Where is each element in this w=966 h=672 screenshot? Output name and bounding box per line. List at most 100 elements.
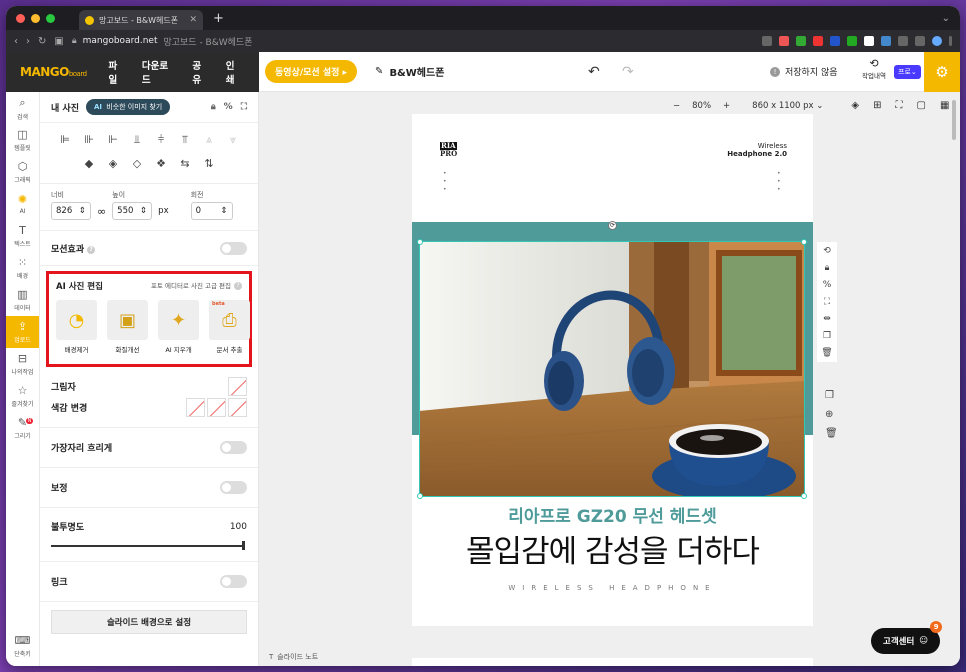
edge-blur-toggle[interactable]: [220, 441, 247, 454]
zoom-out-button[interactable]: −: [673, 101, 680, 111]
share-icon[interactable]: [762, 36, 772, 46]
design-page[interactable]: RIA PRO • • • Wireless Headphone 2.0 • • •: [412, 114, 813, 626]
ai-eraser-button[interactable]: ✦ AI 지우개: [158, 300, 199, 354]
align-bottom-icon[interactable]: ⫫: [130, 133, 144, 147]
new-tab-button[interactable]: +: [213, 11, 224, 26]
document-extract-button[interactable]: beta ⎙ 문서 추출: [209, 300, 250, 354]
extension-icon[interactable]: [830, 36, 840, 46]
sidebar-icon[interactable]: [915, 36, 925, 46]
opacity-slider[interactable]: [51, 541, 247, 550]
forward-icon[interactable]: ›: [26, 36, 30, 47]
lock-icon[interactable]: 🔒︎: [825, 263, 830, 273]
shadow-none-swatch[interactable]: [228, 377, 247, 396]
set-as-slide-background-button[interactable]: 슬라이드 배경으로 설정: [51, 610, 247, 634]
wireless-headphone-caption[interactable]: WIRELESS HEADPHONE: [412, 584, 813, 592]
copy-page-icon[interactable]: ❐: [825, 390, 838, 401]
extension-icon[interactable]: [864, 36, 874, 46]
document-title[interactable]: ✎ B&W헤드폰: [375, 64, 444, 79]
browser-tab[interactable]: 망고보드 - B&W헤드폰 ✕: [79, 10, 203, 30]
redo-icon[interactable]: ↷: [622, 64, 634, 80]
undo-icon[interactable]: ↶: [588, 64, 600, 80]
tab-overflow-icon[interactable]: ⌄: [942, 13, 950, 24]
menu-download[interactable]: 다운로드: [142, 58, 177, 86]
customer-support-button[interactable]: 고객센터 ☺ 9: [871, 621, 943, 654]
extension-icon[interactable]: [847, 36, 857, 46]
crop-icon[interactable]: ⛶: [241, 102, 247, 112]
enhance-quality-button[interactable]: ▣ 화질개선: [107, 300, 148, 354]
color-none-swatch[interactable]: [207, 398, 226, 417]
photo-editor-link[interactable]: 포토 에디터로 사진 고급 편집?: [151, 280, 242, 292]
rail-my-work[interactable]: ⊟ 나의작업: [6, 348, 39, 380]
motion-effect-toggle[interactable]: [220, 242, 247, 255]
extension-icon[interactable]: [796, 36, 806, 46]
slider-handle[interactable]: [242, 541, 245, 550]
help-icon[interactable]: ?: [87, 245, 96, 254]
rail-background[interactable]: ⁙ 배경: [6, 252, 39, 284]
headline-main[interactable]: 몰입감에 감성을 더하다: [412, 526, 813, 571]
bring-forward-icon[interactable]: ◈: [106, 157, 120, 171]
rail-templates[interactable]: ◫ 템플릿: [6, 124, 39, 156]
rail-search[interactable]: ⌕ 검색: [6, 92, 39, 124]
rail-text[interactable]: T 텍스트: [6, 220, 39, 252]
height-field[interactable]: 550 ⇕: [112, 202, 153, 220]
rotate-icon[interactable]: ⟲: [823, 246, 831, 256]
help-icon[interactable]: ?: [234, 282, 242, 290]
align-left-icon[interactable]: ⊫: [58, 133, 72, 147]
distribute-h-icon[interactable]: ⩔: [226, 133, 240, 147]
menu-file[interactable]: 파일: [109, 58, 126, 86]
add-page-icon[interactable]: ⊕: [825, 409, 838, 420]
link-ratio-icon[interactable]: ∞: [97, 205, 106, 218]
extension-icon[interactable]: [881, 36, 891, 46]
minimize-window-button[interactable]: [31, 13, 40, 23]
remove-background-button[interactable]: ◔ 배경제거: [56, 300, 97, 354]
next-page-preview[interactable]: [412, 658, 813, 666]
slide-note-button[interactable]: T 슬라이드 노트: [269, 652, 318, 662]
crop-icon[interactable]: ⛶: [824, 297, 830, 307]
stepper-icon[interactable]: ⇕: [140, 206, 147, 216]
reload-icon[interactable]: ↻: [38, 36, 46, 47]
flip-h-icon[interactable]: ⇆: [178, 157, 192, 171]
url-field[interactable]: 🔒︎ mangoboard.net 망고보드 - B&W헤드폰: [72, 35, 253, 48]
align-center-h-icon[interactable]: ⊪: [82, 133, 96, 147]
grid-view-icon[interactable]: ▦: [940, 100, 949, 111]
align-right-icon[interactable]: ⊩: [106, 133, 120, 147]
send-backward-icon[interactable]: ◇: [130, 157, 144, 171]
menu-share[interactable]: 공유: [192, 58, 209, 86]
lock-icon[interactable]: 🔒︎: [211, 102, 216, 112]
stepper-icon[interactable]: ⇕: [220, 206, 227, 216]
zoom-in-button[interactable]: +: [723, 101, 730, 111]
align-center-v-icon[interactable]: ⫩: [154, 133, 168, 147]
align-top-icon[interactable]: ⫪: [178, 133, 192, 147]
extension-icon[interactable]: [779, 36, 789, 46]
link-toggle[interactable]: [220, 575, 247, 588]
rail-shortcuts[interactable]: ⌨ 단축키: [6, 630, 39, 662]
bring-front-icon[interactable]: ◆: [82, 157, 96, 171]
reader-icon[interactable]: ▣: [54, 36, 63, 47]
color-none-swatch[interactable]: [186, 398, 205, 417]
settings-gear-icon[interactable]: ⚙: [924, 52, 960, 92]
menu-print[interactable]: 인쇄: [226, 58, 243, 86]
zoom-window-button[interactable]: [46, 13, 55, 23]
more-menu-icon[interactable]: [949, 36, 952, 46]
flip-v-icon[interactable]: ⇅: [202, 157, 216, 171]
page-size-select[interactable]: 860 x 1100 px ⌄: [752, 101, 823, 111]
distribute-v-icon[interactable]: ⩓: [202, 133, 216, 147]
download-icon[interactable]: [898, 36, 908, 46]
preview-icon[interactable]: ▢: [917, 100, 926, 111]
close-window-button[interactable]: [16, 13, 25, 23]
rail-favorites[interactable]: ☆ 즐겨찾기: [6, 380, 39, 412]
headline-subtitle[interactable]: 리아프로 GZ20 무선 헤드셋: [412, 502, 813, 527]
product-tag[interactable]: Wireless Headphone 2.0: [727, 142, 787, 158]
correction-toggle[interactable]: [220, 481, 247, 494]
brand-logo[interactable]: RIA PRO: [440, 142, 458, 158]
mangoboard-logo[interactable]: MANGOboard: [20, 65, 87, 79]
color-none-swatch[interactable]: [228, 398, 247, 417]
stepper-icon[interactable]: ⇕: [79, 206, 86, 216]
rotation-field[interactable]: 0 ⇕: [190, 202, 233, 220]
duplicate-icon[interactable]: ❐: [823, 331, 831, 341]
rail-draw[interactable]: ✎ N 그리기: [6, 412, 39, 444]
vertical-scrollbar[interactable]: [952, 100, 956, 140]
rail-data[interactable]: ▥ 데이터: [6, 284, 39, 316]
profile-avatar[interactable]: [932, 36, 942, 46]
delete-icon[interactable]: 🗑︎: [821, 348, 832, 358]
